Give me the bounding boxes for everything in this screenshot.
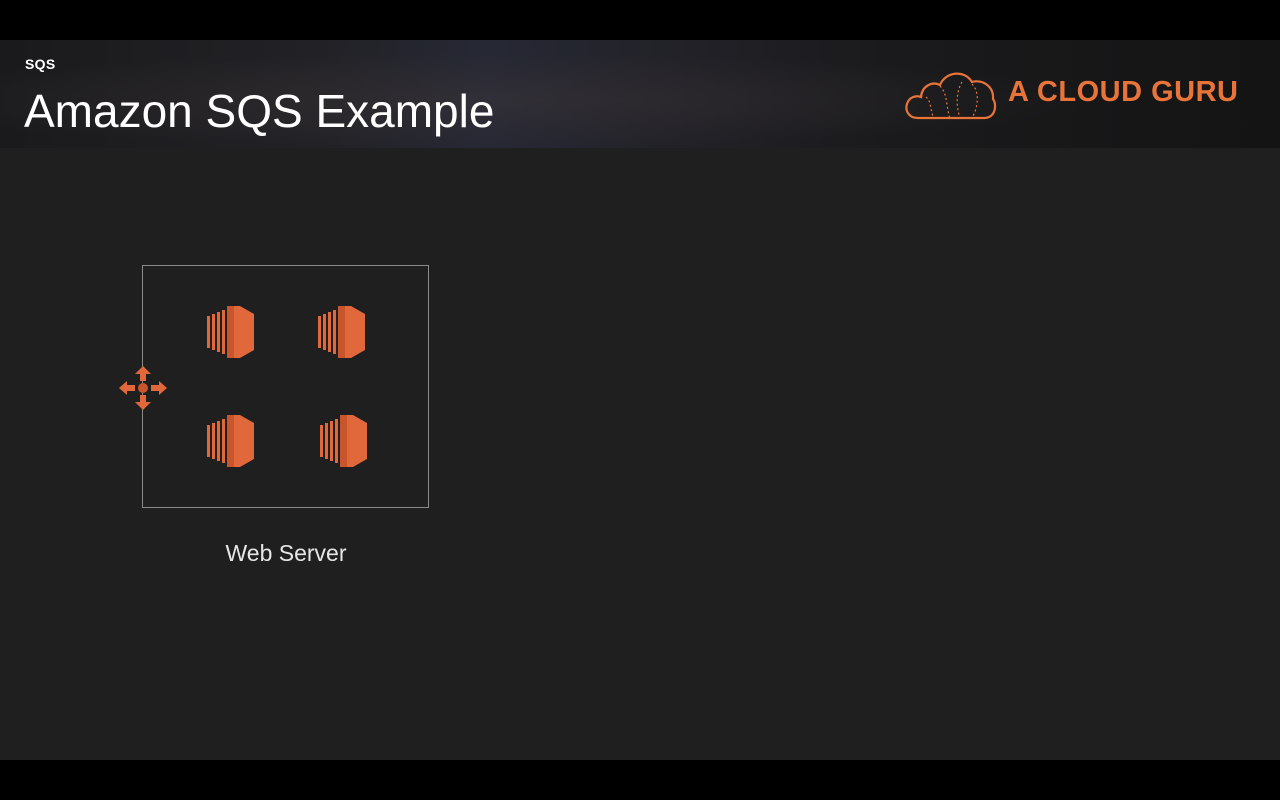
slide: SQS Amazon SQS Example A CLOUD GURU Web …	[0, 40, 1280, 760]
web-server-label: Web Server	[225, 540, 347, 566]
web-server-group-box	[142, 265, 429, 508]
ec2-instance-icon	[207, 415, 254, 467]
page-title: Amazon SQS Example	[24, 85, 495, 137]
ec2-instance-icon	[207, 306, 254, 358]
letterbox-bottom	[0, 760, 1280, 800]
load-balancer-icon	[119, 366, 167, 410]
brand-logo: A CLOUD GURU	[904, 66, 1244, 122]
slide-header: SQS Amazon SQS Example A CLOUD GURU	[0, 40, 1280, 148]
letterbox-top	[0, 0, 1280, 40]
ec2-instance-icon	[320, 415, 367, 467]
cloud-icon	[905, 72, 997, 120]
ec2-instance-icon	[318, 306, 365, 358]
section-label: SQS	[25, 56, 56, 72]
brand-name: A CLOUD GURU	[1008, 76, 1239, 108]
